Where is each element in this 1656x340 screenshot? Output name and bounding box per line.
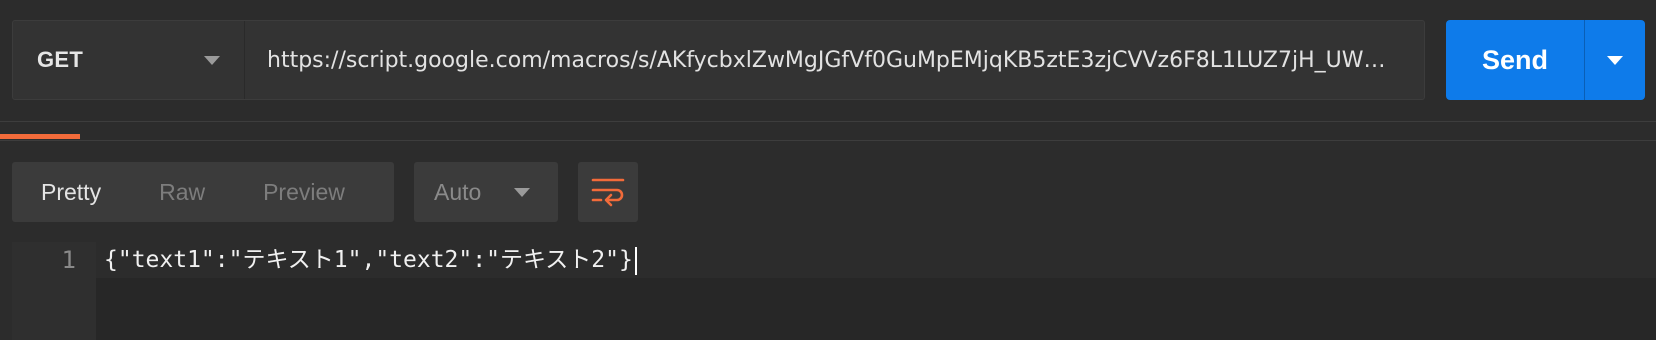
- request-bar: GET https://script.google.com/macros/s/A…: [12, 20, 1425, 100]
- active-tab-indicator: [0, 134, 80, 139]
- url-input[interactable]: https://script.google.com/macros/s/AKfyc…: [245, 21, 1424, 99]
- response-body-editor[interactable]: 1 {"text1":"テキスト1","text2":"テキスト2"}: [12, 242, 1656, 340]
- url-text: https://script.google.com/macros/s/AKfyc…: [267, 47, 1386, 73]
- code-text: {"text1":"テキスト1","text2":"テキスト2"}: [104, 247, 633, 273]
- text-cursor: [634, 246, 637, 275]
- divider: [0, 140, 1656, 141]
- divider: [0, 121, 1656, 122]
- response-view-tabs: Pretty Raw Preview: [12, 162, 394, 222]
- method-select[interactable]: GET: [13, 21, 245, 99]
- send-button-group: Send: [1446, 20, 1645, 100]
- tab-preview[interactable]: Preview: [234, 162, 374, 222]
- send-button[interactable]: Send: [1446, 20, 1584, 100]
- line-gutter: 1: [12, 242, 96, 340]
- chevron-down-icon: [204, 55, 220, 65]
- chevron-down-icon: [1607, 55, 1623, 65]
- tab-pretty[interactable]: Pretty: [12, 162, 130, 222]
- wrap-lines-icon: [591, 178, 625, 207]
- format-label: Auto: [434, 178, 482, 205]
- code-line: {"text1":"テキスト1","text2":"テキスト2"}: [104, 242, 637, 278]
- line-number: 1: [61, 246, 76, 274]
- wrap-lines-button[interactable]: [578, 162, 638, 222]
- format-select[interactable]: Auto: [414, 162, 558, 222]
- method-label: GET: [37, 47, 84, 72]
- send-options-button[interactable]: [1585, 20, 1645, 100]
- chevron-down-icon: [514, 187, 530, 197]
- tab-raw[interactable]: Raw: [130, 162, 234, 222]
